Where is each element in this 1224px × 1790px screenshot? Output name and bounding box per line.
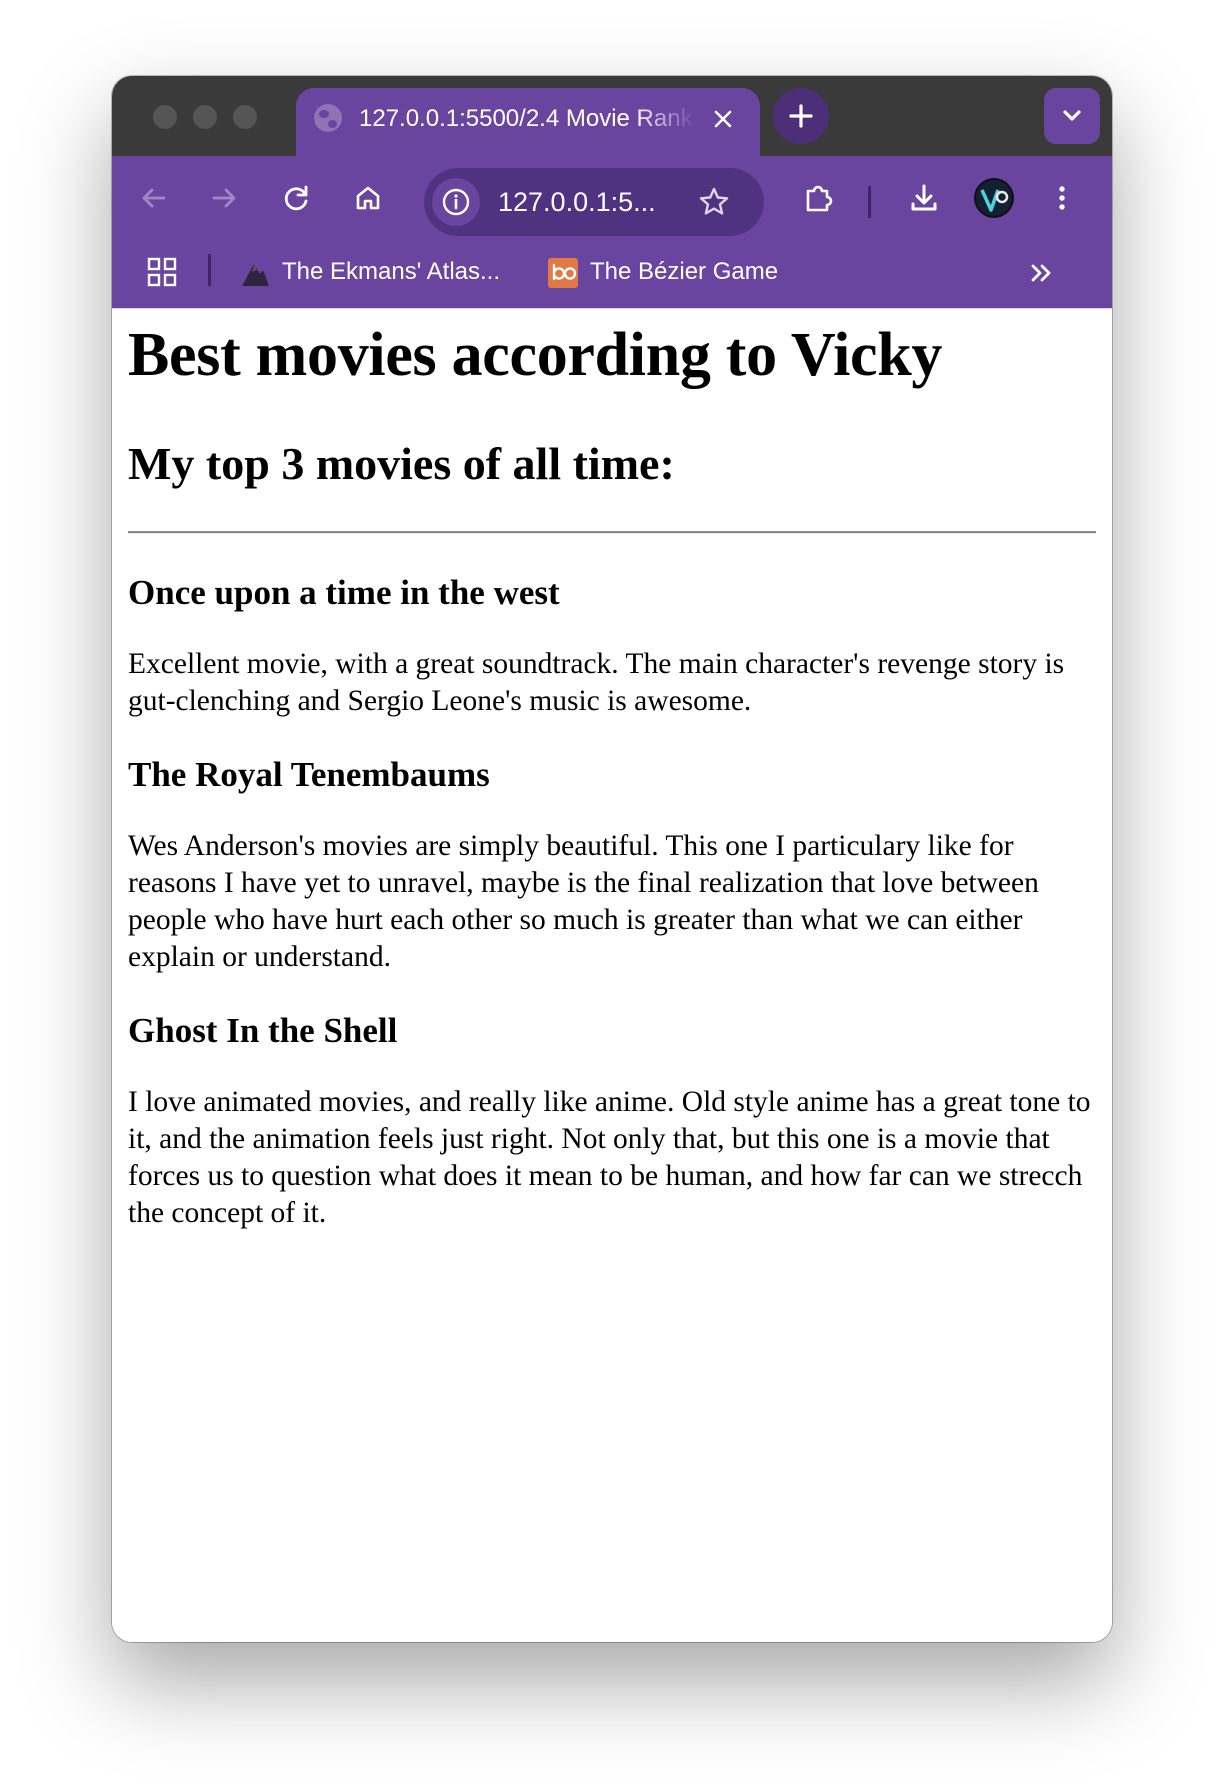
movie-description: I love animated movies, and really like … [128,1086,1091,1229]
site-info-button[interactable] [432,178,480,226]
plus-icon [789,104,813,128]
download-icon[interactable] [904,178,944,218]
profile-avatar-icon [976,180,1012,216]
movie-title: Ghost In the Shell [128,1011,398,1050]
active-tab[interactable]: 127.0.0.1:5500/2.4 Movie Ranking/index.h… [296,88,760,156]
extensions-puzzle-icon[interactable] [798,178,838,218]
home-icon[interactable] [348,178,388,218]
bookmarks-divider [208,254,211,286]
bookmark-label: The Bézier Game [590,258,779,285]
more-menu-icon[interactable] [1042,178,1082,218]
horizontal-rule [128,531,1096,534]
page-subtitle: My top 3 movies of all time: [128,438,675,489]
page-viewport: Best movies according to Vicky My top 3 … [112,308,1112,1642]
tab-title: 127.0.0.1:5500/2.4 Movie Ranking/index.h… [359,105,695,132]
toolbar-divider [868,186,871,218]
close-tab-icon[interactable] [708,104,738,134]
tab-search-button[interactable] [1044,88,1100,144]
bookmark-label: The Ekmans' Atlas... [282,258,501,285]
movie-title: The Royal Tenembaums [128,755,490,794]
bookmark-star-icon[interactable] [694,182,734,222]
reload-icon[interactable] [276,178,316,218]
bookmark-bezier-game[interactable]: The Bézier Game [548,252,808,292]
forward-icon[interactable] [204,178,244,218]
bookmark-ekmans-atlas[interactable]: The Ekmans' Atlas... [240,252,510,292]
chevron-down-icon [1063,110,1081,121]
bookmarks-bar: The Ekmans' Atlas... The Bézier Game [112,240,1112,308]
close-window-button[interactable] [153,105,177,129]
browser-window: 127.0.0.1:5500/2.4 Movie Ranking/index.h… [112,76,1112,1642]
minimize-window-button[interactable] [193,105,217,129]
page-title: Best movies according to Vicky [128,321,943,389]
movie-description: Excellent movie, with a great soundtrack… [128,648,1065,717]
info-icon [442,188,470,216]
bezier-game-icon [548,258,578,288]
address-bar[interactable]: 127.0.0.1:5... [424,168,764,236]
new-tab-button[interactable] [773,88,829,144]
url-text[interactable]: 127.0.0.1:5... [498,187,678,219]
mountain-icon [242,264,269,286]
zoom-window-button[interactable] [233,105,257,129]
page-content: Best movies according to Vicky My top 3 … [128,309,1096,1232]
movie-description: Wes Anderson's movies are simply beautif… [128,830,1039,973]
apps-grid-icon[interactable] [146,256,178,288]
browser-toolbar: 127.0.0.1:5... [112,156,1112,240]
movie-title: Once upon a time in the west [128,573,560,612]
profile-avatar[interactable] [974,178,1014,218]
globe-icon [314,104,342,132]
chevron-double-right-icon[interactable] [1024,256,1058,290]
tab-strip: 127.0.0.1:5500/2.4 Movie Ranking/index.h… [112,76,1112,156]
back-icon[interactable] [134,178,174,218]
